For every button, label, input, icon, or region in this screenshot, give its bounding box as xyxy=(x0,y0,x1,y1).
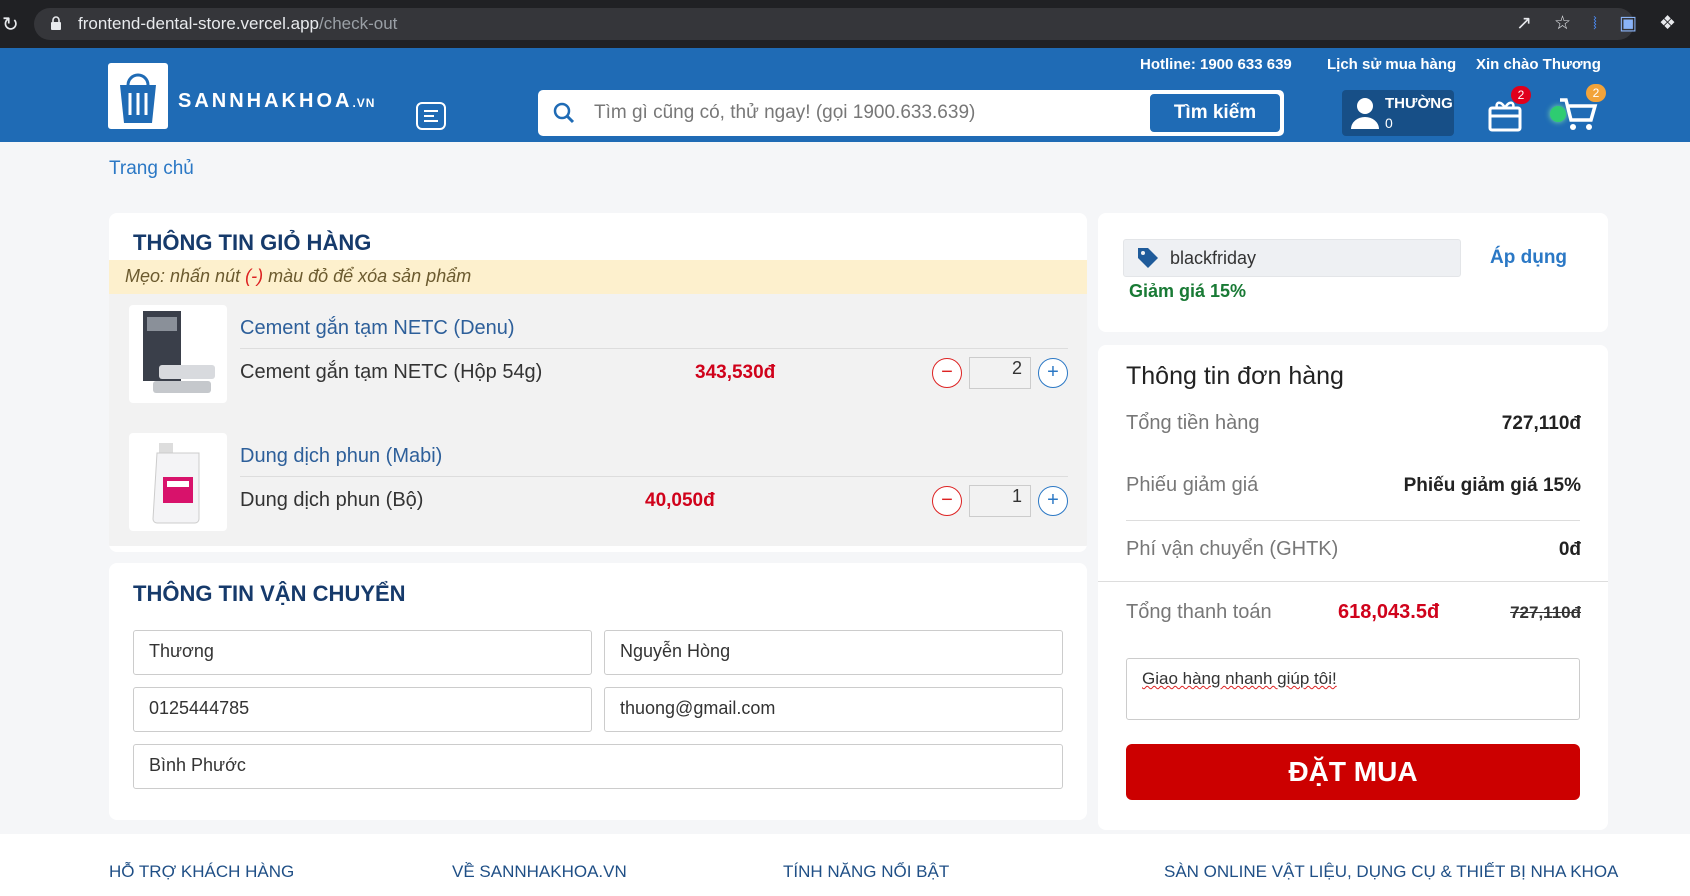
tip-suffix: màu đỏ để xóa sản phẩm xyxy=(263,266,472,286)
footer-marketplace-heading: SÀN ONLINE VẬT LIỆU, DỤNG CỤ & THIẾT BỊ … xyxy=(1164,862,1619,881)
user-icon xyxy=(1351,98,1379,129)
order-title: Thông tin đơn hàng xyxy=(1126,362,1344,390)
search-input[interactable] xyxy=(594,98,1154,128)
order-summary-section: Thông tin đơn hàng Tổng tiền hàng 727,11… xyxy=(1098,345,1608,830)
user-points: 0 xyxy=(1385,115,1393,131)
site-header: SANNHAKHOA.VN Hotline: 1900 633 639 Lịch… xyxy=(0,48,1690,142)
last-name-field[interactable]: Nguyễn Hòng xyxy=(604,630,1063,675)
bookmark-star-icon[interactable]: ☆ xyxy=(1554,12,1571,34)
footer: HỖ TRỢ KHÁCH HÀNG VỀ SANNHAKHOA.VN TÍNH … xyxy=(0,834,1690,896)
shipping-section: THÔNG TIN VẬN CHUYỂN Thương Nguyễn Hòng … xyxy=(109,563,1087,820)
coupon-input[interactable]: blackfriday xyxy=(1123,239,1461,277)
share-icon[interactable]: ↗ xyxy=(1516,12,1532,34)
cart-title: THÔNG TIN GIỎ HÀNG xyxy=(133,230,372,255)
cart-badge: 2 xyxy=(1586,84,1606,102)
reload-icon[interactable]: ↻ xyxy=(2,12,19,36)
tip-prefix: Mẹo: nhấn nút xyxy=(125,266,246,286)
footer-about-heading: VỀ SANNHAKHOA.VN xyxy=(452,862,627,881)
quantity-input[interactable]: 1 xyxy=(969,485,1031,517)
phone-field[interactable]: 0125444785 xyxy=(133,687,592,732)
logo-text[interactable]: SANNHAKHOA.VN xyxy=(178,90,375,113)
breadcrumb-home[interactable]: Trang chủ xyxy=(109,158,194,180)
cart-section: THÔNG TIN GIỎ HÀNG Mẹo: nhấn nút (-) màu… xyxy=(109,213,1087,552)
user-account-button[interactable]: THƯỜNG 0 xyxy=(1342,90,1454,136)
tag-icon xyxy=(1138,248,1158,268)
translate-icon[interactable]: ▣ xyxy=(1619,12,1637,34)
first-name-field[interactable]: Thương xyxy=(133,630,592,675)
shipping-title: THÔNG TIN VẬN CHUYỂN xyxy=(133,581,406,606)
lock-icon xyxy=(51,16,61,30)
cart-items: Cement gắn tạm NETC (Denu) Cement gắn tạ… xyxy=(109,294,1087,546)
coupon-code: blackfriday xyxy=(1170,248,1257,268)
tip-minus: (-) xyxy=(245,266,264,286)
product-price: 343,530đ xyxy=(695,362,776,383)
divider xyxy=(1098,581,1608,582)
divider xyxy=(240,348,1068,349)
address-bar[interactable]: frontend-dental-store.vercel.app/check-o… xyxy=(34,8,1634,40)
product-variant: Cement gắn tạm NETC (Hộp 54g) xyxy=(240,361,543,383)
shipping-fee-value: 0đ xyxy=(1558,539,1581,560)
discount-note: Giảm giá 15% xyxy=(1129,281,1247,301)
total-original-value: 727,110đ xyxy=(1510,603,1581,622)
url-text: frontend-dental-store.vercel.app/check-o… xyxy=(78,14,397,34)
logo-icon[interactable] xyxy=(108,63,168,129)
cart-item: Dung dịch phun (Mabi) Dung dịch phun (Bộ… xyxy=(129,433,1069,533)
logo-suffix: .VN xyxy=(352,96,376,110)
footer-support-heading: HỖ TRỢ KHÁCH HÀNG xyxy=(109,862,295,881)
menu-toggle-icon[interactable] xyxy=(416,102,446,130)
puzzle-icon[interactable]: ❖ xyxy=(1659,12,1676,34)
quantity-input[interactable]: 2 xyxy=(969,357,1031,389)
product-variant: Dung dịch phun (Bộ) xyxy=(240,489,424,511)
search-bar: Tìm kiếm xyxy=(538,90,1284,136)
url-host: frontend-dental-store.vercel.app xyxy=(78,14,319,33)
address-field[interactable]: Bình Phước xyxy=(133,744,1063,789)
decrease-quantity-button[interactable]: − xyxy=(932,358,962,388)
search-icon xyxy=(553,102,575,124)
search-button[interactable]: Tìm kiếm xyxy=(1149,93,1281,133)
order-note-text: Giao hàng nhanh giúp tôi! xyxy=(1142,669,1337,688)
product-price: 40,050đ xyxy=(645,490,715,511)
decrease-quantity-button[interactable]: − xyxy=(932,486,962,516)
cart-tip: Mẹo: nhấn nút (-) màu đỏ để xóa sản phẩm xyxy=(109,260,1087,294)
increase-quantity-button[interactable]: + xyxy=(1038,358,1068,388)
order-note-textarea[interactable]: Giao hàng nhanh giúp tôi! xyxy=(1126,658,1580,720)
gift-badge: 2 xyxy=(1511,86,1531,104)
user-rank: THƯỜNG xyxy=(1385,95,1453,112)
coupon-section: blackfriday Áp dụng Giảm giá 15% xyxy=(1098,213,1608,332)
cart-item: Cement gắn tạm NETC (Denu) Cement gắn tạ… xyxy=(129,305,1069,405)
subtotal-label: Tổng tiền hàng xyxy=(1126,412,1260,434)
hotline-link[interactable]: Hotline: 1900 633 639 xyxy=(1140,56,1292,73)
voucher-value: Phiếu giảm giá 15% xyxy=(1403,475,1581,496)
logo-brand: SANNHAKHOA xyxy=(178,90,353,112)
subtotal-value: 727,110đ xyxy=(1501,413,1581,434)
order-history-link[interactable]: Lịch sử mua hàng xyxy=(1327,56,1456,73)
total-label: Tổng thanh toán xyxy=(1126,601,1272,623)
product-image[interactable] xyxy=(129,305,227,403)
divider xyxy=(1126,520,1580,521)
url-path: /check-out xyxy=(318,14,398,33)
footer-features-heading: TÍNH NĂNG NỔI BẬT xyxy=(783,862,950,881)
greeting-link[interactable]: Xin chào Thương xyxy=(1476,56,1601,73)
product-name[interactable]: Cement gắn tạm NETC (Denu) xyxy=(240,317,515,340)
browser-toolbar: ↻ frontend-dental-store.vercel.app/check… xyxy=(0,0,1690,48)
product-image[interactable] xyxy=(129,433,227,531)
voucher-label: Phiếu giảm giá xyxy=(1126,474,1259,496)
apply-coupon-button[interactable]: Áp dụng xyxy=(1490,247,1567,269)
shipping-fee-label: Phí vận chuyển (GHTK) xyxy=(1126,538,1339,560)
divider xyxy=(240,476,1068,477)
gift-button[interactable]: 2 xyxy=(1487,86,1531,132)
extension-icon[interactable]: ⧘ xyxy=(1593,12,1597,34)
product-name[interactable]: Dung dịch phun (Mabi) xyxy=(240,445,442,468)
total-value: 618,043.5đ xyxy=(1338,601,1440,623)
increase-quantity-button[interactable]: + xyxy=(1038,486,1068,516)
place-order-button[interactable]: ĐẶT MUA xyxy=(1126,744,1580,800)
email-field[interactable]: thuong@gmail.com xyxy=(604,687,1063,732)
cart-button[interactable]: 2 xyxy=(1550,84,1606,132)
